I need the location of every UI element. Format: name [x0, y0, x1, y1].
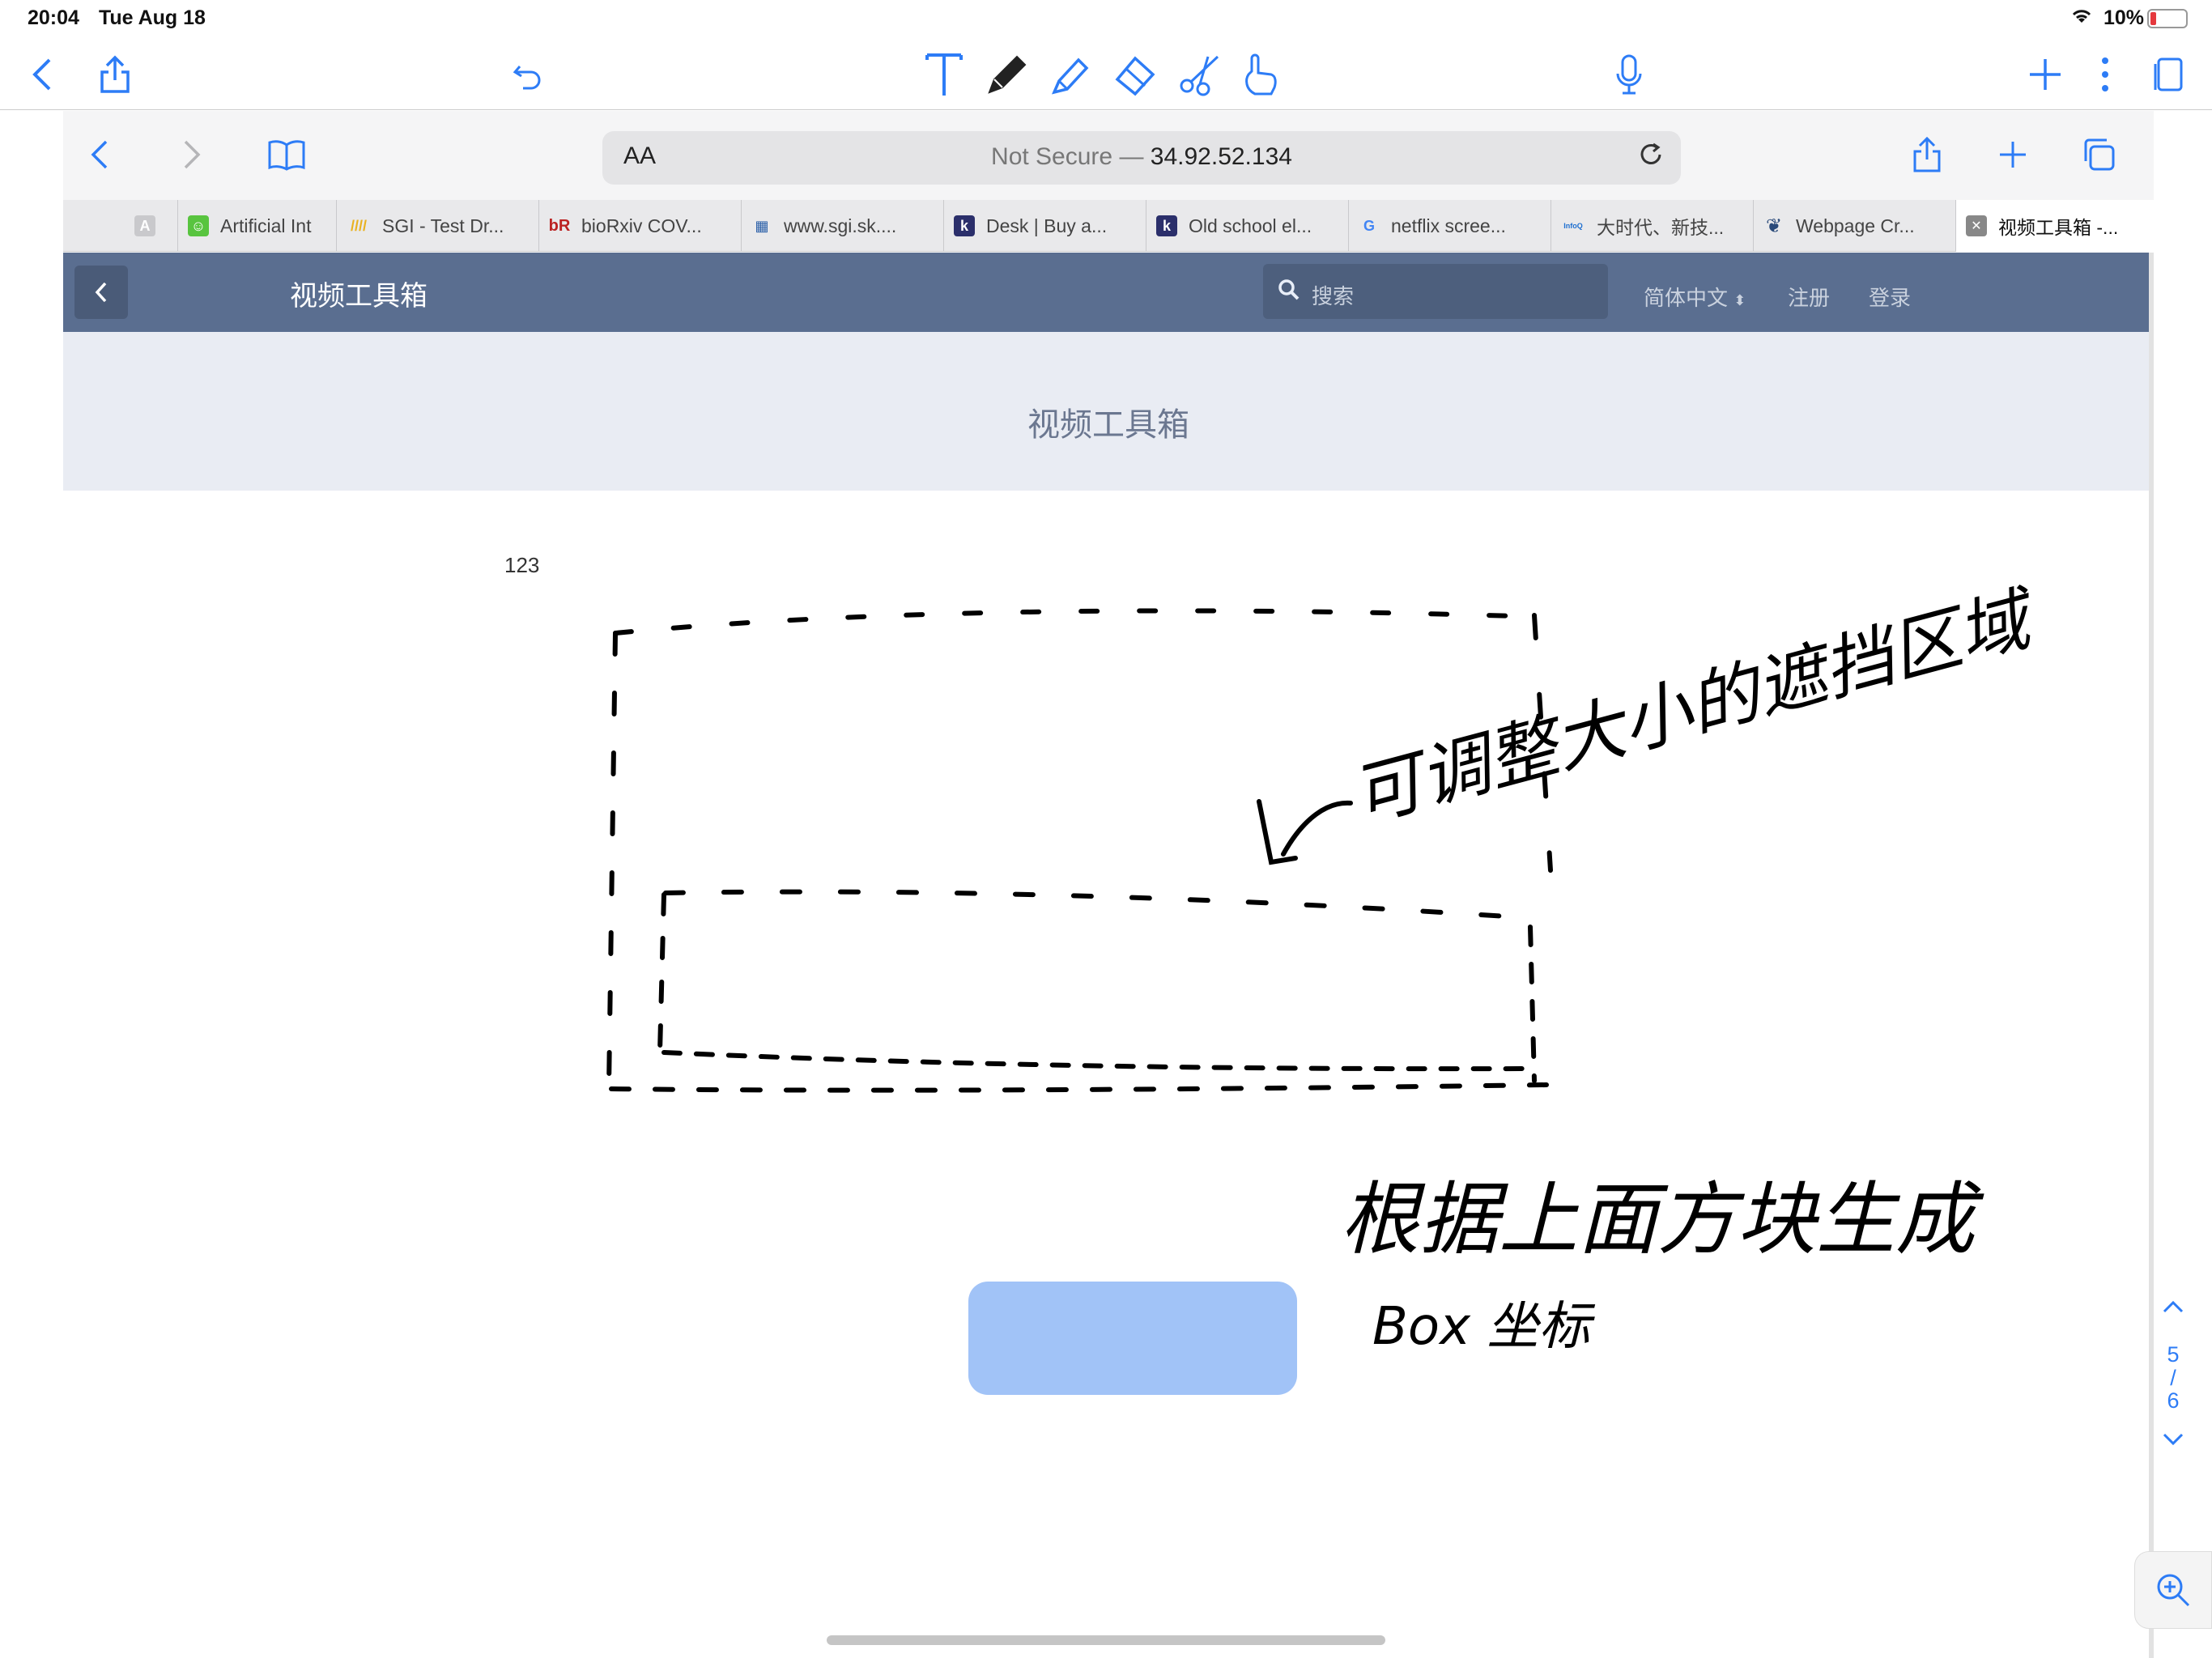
tab-favicon: ☺: [188, 215, 209, 236]
status-date: Tue Aug 18: [99, 6, 206, 29]
markup-toolbar: [0, 39, 2212, 110]
tab-item[interactable]: ❦ Webpage Cr...: [1754, 200, 1956, 252]
tab-label: www.sgi.sk....: [784, 215, 897, 236]
tab-item[interactable]: G netflix scree...: [1349, 200, 1551, 252]
tab-favicon: A: [134, 215, 155, 236]
hero-title: 视频工具箱: [1027, 407, 1189, 443]
microphone-icon[interactable]: [1605, 50, 1653, 99]
status-time: 20:04: [28, 6, 79, 29]
tab-close-icon[interactable]: ✕: [1966, 215, 1987, 236]
tab-item[interactable]: //// SGI - Test Dr...: [337, 200, 539, 252]
register-link[interactable]: 注册: [1788, 282, 1830, 312]
page-up-icon[interactable]: [2157, 1295, 2189, 1328]
go-button[interactable]: [968, 1282, 1297, 1395]
tab-favicon: G: [1363, 217, 1375, 234]
tab-bar: A ☺ Artificial Int //// SGI - Test Dr...…: [63, 200, 2154, 252]
tabs-overview-icon[interactable]: [2074, 130, 2123, 179]
tab-favicon: ❦: [1765, 215, 1783, 237]
page-down-icon[interactable]: [2157, 1428, 2189, 1453]
tab-label: Webpage Cr...: [1796, 215, 1915, 236]
tab-item-active[interactable]: ✕ 视频工具箱 -...: [1956, 200, 2154, 252]
status-bar: 20:04 Tue Aug 18 10%: [0, 0, 2212, 39]
page-label: 123: [504, 553, 540, 577]
sort-updown-icon: ⬍: [1733, 292, 1746, 308]
tab-item[interactable]: k Old school el...: [1146, 200, 1349, 252]
tab-label: Artificial Int: [220, 215, 312, 236]
tab-label: bioRxiv COV...: [581, 215, 702, 236]
search-icon: [1278, 278, 1300, 307]
url-text: Not Secure — 34.92.52.134: [602, 143, 1681, 171]
tab-favicon: ▦: [755, 217, 769, 234]
login-link[interactable]: 登录: [1869, 282, 1911, 312]
browser-share-icon[interactable]: [1903, 130, 1951, 179]
undo-icon[interactable]: [504, 50, 552, 99]
search-placeholder: 搜索: [1312, 284, 1355, 308]
browser-back-icon[interactable]: [76, 130, 125, 179]
text-tool-icon[interactable]: [920, 50, 968, 99]
tab-label: 大时代、新技...: [1597, 217, 1725, 238]
browser-screenshot: AA Not Secure — 34.92.52.134 A ☺ Artific…: [63, 111, 2154, 1658]
tab-item[interactable]: bR bioRxiv COV...: [539, 200, 742, 252]
language-label: 简体中文: [1644, 286, 1729, 310]
bookmarks-icon[interactable]: [262, 130, 311, 179]
battery-icon: [2147, 9, 2188, 28]
tab-favicon: k: [954, 215, 975, 236]
nav-title[interactable]: 视频工具箱: [290, 274, 428, 313]
safari-toolbar: AA Not Secure — 34.92.52.134: [63, 111, 2154, 200]
tab-label: 视频工具箱 -...: [1998, 217, 2119, 238]
address-bar[interactable]: AA Not Secure — 34.92.52.134: [602, 131, 1681, 185]
page-scrollbar[interactable]: [2149, 253, 2154, 1658]
hero-banner: 视频工具箱: [63, 332, 2154, 491]
nav-back-button[interactable]: [74, 266, 128, 319]
pen-tool-icon[interactable]: [983, 50, 1032, 99]
eraser-tool-icon[interactable]: [1111, 50, 1159, 99]
site-navbar: 视频工具箱 搜索 简体中文 ⬍ 注册 登录: [63, 253, 2154, 332]
tab-item[interactable]: k Desk | Buy a...: [944, 200, 1146, 252]
url-security-label: Not Secure —: [991, 143, 1151, 170]
tab-pinned[interactable]: A: [63, 200, 178, 252]
new-tab-icon[interactable]: [1989, 130, 2037, 179]
back-chevron-icon[interactable]: [18, 50, 66, 99]
tab-favicon: bR: [548, 216, 571, 235]
highlighter-tool-icon[interactable]: [1046, 50, 1095, 99]
tab-item[interactable]: InfoQ 大时代、新技...: [1551, 200, 1754, 252]
reload-icon[interactable]: [1637, 141, 1665, 176]
tab-favicon: InfoQ: [1563, 222, 1583, 230]
tab-item[interactable]: ☺ Artificial Int: [178, 200, 337, 252]
add-icon[interactable]: [2021, 50, 2069, 99]
more-icon[interactable]: [2081, 50, 2129, 99]
page-indicator: 5 / 6: [2157, 1295, 2189, 1490]
search-input[interactable]: 搜索: [1263, 264, 1608, 319]
language-select[interactable]: 简体中文 ⬍: [1644, 282, 1746, 312]
page-total: 6: [2167, 1388, 2180, 1413]
zoom-in-icon: [2157, 1574, 2190, 1607]
share-icon[interactable]: [91, 50, 139, 99]
scissors-tool-icon[interactable]: [1176, 50, 1224, 99]
browser-forward-icon[interactable]: [167, 130, 215, 179]
tab-label: netflix scree...: [1391, 215, 1506, 236]
tab-favicon: ////: [350, 217, 367, 234]
tab-label: Desk | Buy a...: [986, 215, 1108, 236]
zoom-in-button[interactable]: [2134, 1551, 2212, 1629]
home-indicator[interactable]: [827, 1635, 1385, 1645]
tab-favicon: k: [1156, 215, 1177, 236]
wifi-icon: [2069, 6, 2094, 32]
tab-label: Old school el...: [1189, 215, 1312, 236]
url-host: 34.92.52.134: [1150, 143, 1292, 170]
battery-percent: 10%: [2104, 6, 2145, 29]
finger-touch-icon[interactable]: [1237, 50, 1286, 99]
page-current: 5: [2167, 1342, 2180, 1367]
tab-item[interactable]: ▦ www.sgi.sk....: [742, 200, 944, 252]
page-separator: /: [2170, 1366, 2176, 1390]
pages-icon[interactable]: [2144, 50, 2193, 99]
tab-label: SGI - Test Dr...: [382, 215, 504, 236]
